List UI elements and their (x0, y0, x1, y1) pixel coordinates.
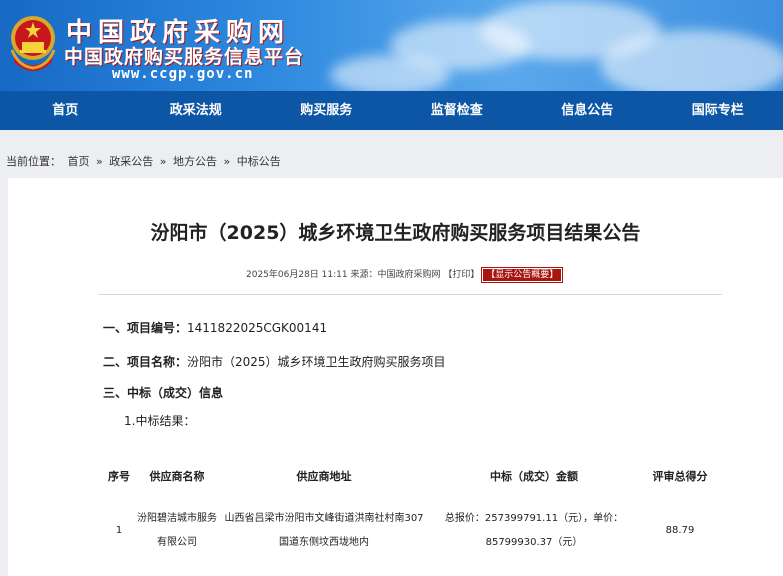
col-header-score: 评审总得分 (652, 470, 708, 483)
breadcrumb-separator: » (159, 155, 167, 168)
breadcrumb: 当前位置： 首页 » 政采公告 » 地方公告 » 中标公告 (6, 153, 284, 169)
cell-address: 山西省吕梁市汾阳市文峰街道洪南社村南307国道东侧坟西垅地内 (224, 513, 424, 548)
print-link[interactable]: 【打印】 (443, 270, 479, 280)
nav-item-regulations[interactable]: 政采法规 (131, 91, 262, 130)
show-summary-button[interactable]: 【显示公告概要】 (481, 267, 564, 283)
nav-item-international[interactable]: 国际专栏 (653, 91, 783, 130)
source-label: 来源： (350, 270, 378, 280)
nav-item-purchase-services[interactable]: 购买服务 (261, 91, 392, 130)
col-header-address: 供应商地址 (296, 470, 352, 483)
project-number-value: 1411822025CGK00141 (187, 321, 328, 335)
main-nav: 首页 政采法规 购买服务 监督检查 信息公告 国际专栏 (0, 91, 783, 130)
breadcrumb-separator: » (223, 155, 231, 168)
table-header-row: 序号 供应商名称 供应商地址 中标（成交）金额 评审总得分 (104, 448, 720, 504)
divider (98, 294, 722, 295)
nav-item-supervision[interactable]: 监督检查 (392, 91, 523, 130)
table-row: 1 汾阳碧洁城市服务有限公司 山西省吕梁市汾阳市文峰街道洪南社村南307国道东侧… (104, 504, 720, 558)
article-date: 2025年06月28日 11:11 (246, 270, 348, 280)
award-table: 序号 供应商名称 供应商地址 中标（成交）金额 评审总得分 1 汾阳碧洁城市服务… (104, 448, 720, 558)
breadcrumb-separator: » (96, 155, 103, 168)
project-number: 一、项目编号：1411822025CGK00141 (103, 319, 327, 336)
article-panel: 汾阳市（2025）城乡环境卫生政府购买服务项目结果公告 2025年06月28日 … (8, 178, 783, 576)
cell-no: 1 (115, 525, 123, 536)
project-number-label: 一、项目编号： (103, 321, 188, 335)
project-name-value: 汾阳市（2025）城乡环境卫生政府购买服务项目 (187, 355, 446, 369)
article-meta: 2025年06月28日 11:11 来源：中国政府采购网 【打印】 【显示公告概… (246, 267, 564, 283)
nav-item-home[interactable]: 首页 (0, 91, 131, 130)
award-result-label: 1.中标结果： (124, 414, 196, 428)
article-source: 中国政府采购网 (377, 270, 441, 280)
cell-amount: 总报价：257399791.11（元），单价：85799930.37（元） (444, 513, 624, 548)
article-title: 汾阳市（2025）城乡环境卫生政府购买服务项目结果公告 (150, 222, 641, 244)
project-name: 二、项目名称：汾阳市（2025）城乡环境卫生政府购买服务项目 (103, 353, 446, 370)
breadcrumb-local[interactable]: 地方公告 (173, 155, 217, 168)
col-header-amount: 中标（成交）金额 (490, 470, 578, 483)
breadcrumb-procurement[interactable]: 政采公告 (109, 155, 153, 168)
cell-supplier: 汾阳碧洁城市服务有限公司 (137, 513, 217, 548)
award-info-heading: 三、中标（成交）信息 (103, 386, 224, 400)
breadcrumb-award[interactable]: 中标公告 (237, 155, 281, 168)
project-name-label: 二、项目名称： (103, 355, 188, 369)
site-url: www.ccgp.gov.cn (112, 66, 254, 82)
cell-score: 88.79 (665, 525, 695, 536)
col-header-supplier: 供应商名称 (149, 470, 205, 483)
national-emblem-icon (10, 16, 56, 71)
breadcrumb-home[interactable]: 首页 (68, 155, 90, 168)
site-header: 中国政府采购网 中国政府购买服务信息平台 www.ccgp.gov.cn (0, 0, 783, 91)
breadcrumb-prefix: 当前位置： (6, 155, 61, 168)
site-subtitle: 中国政府购买服务信息平台 (64, 46, 305, 68)
nav-item-announcements[interactable]: 信息公告 (522, 91, 653, 130)
col-header-no: 序号 (108, 470, 130, 483)
